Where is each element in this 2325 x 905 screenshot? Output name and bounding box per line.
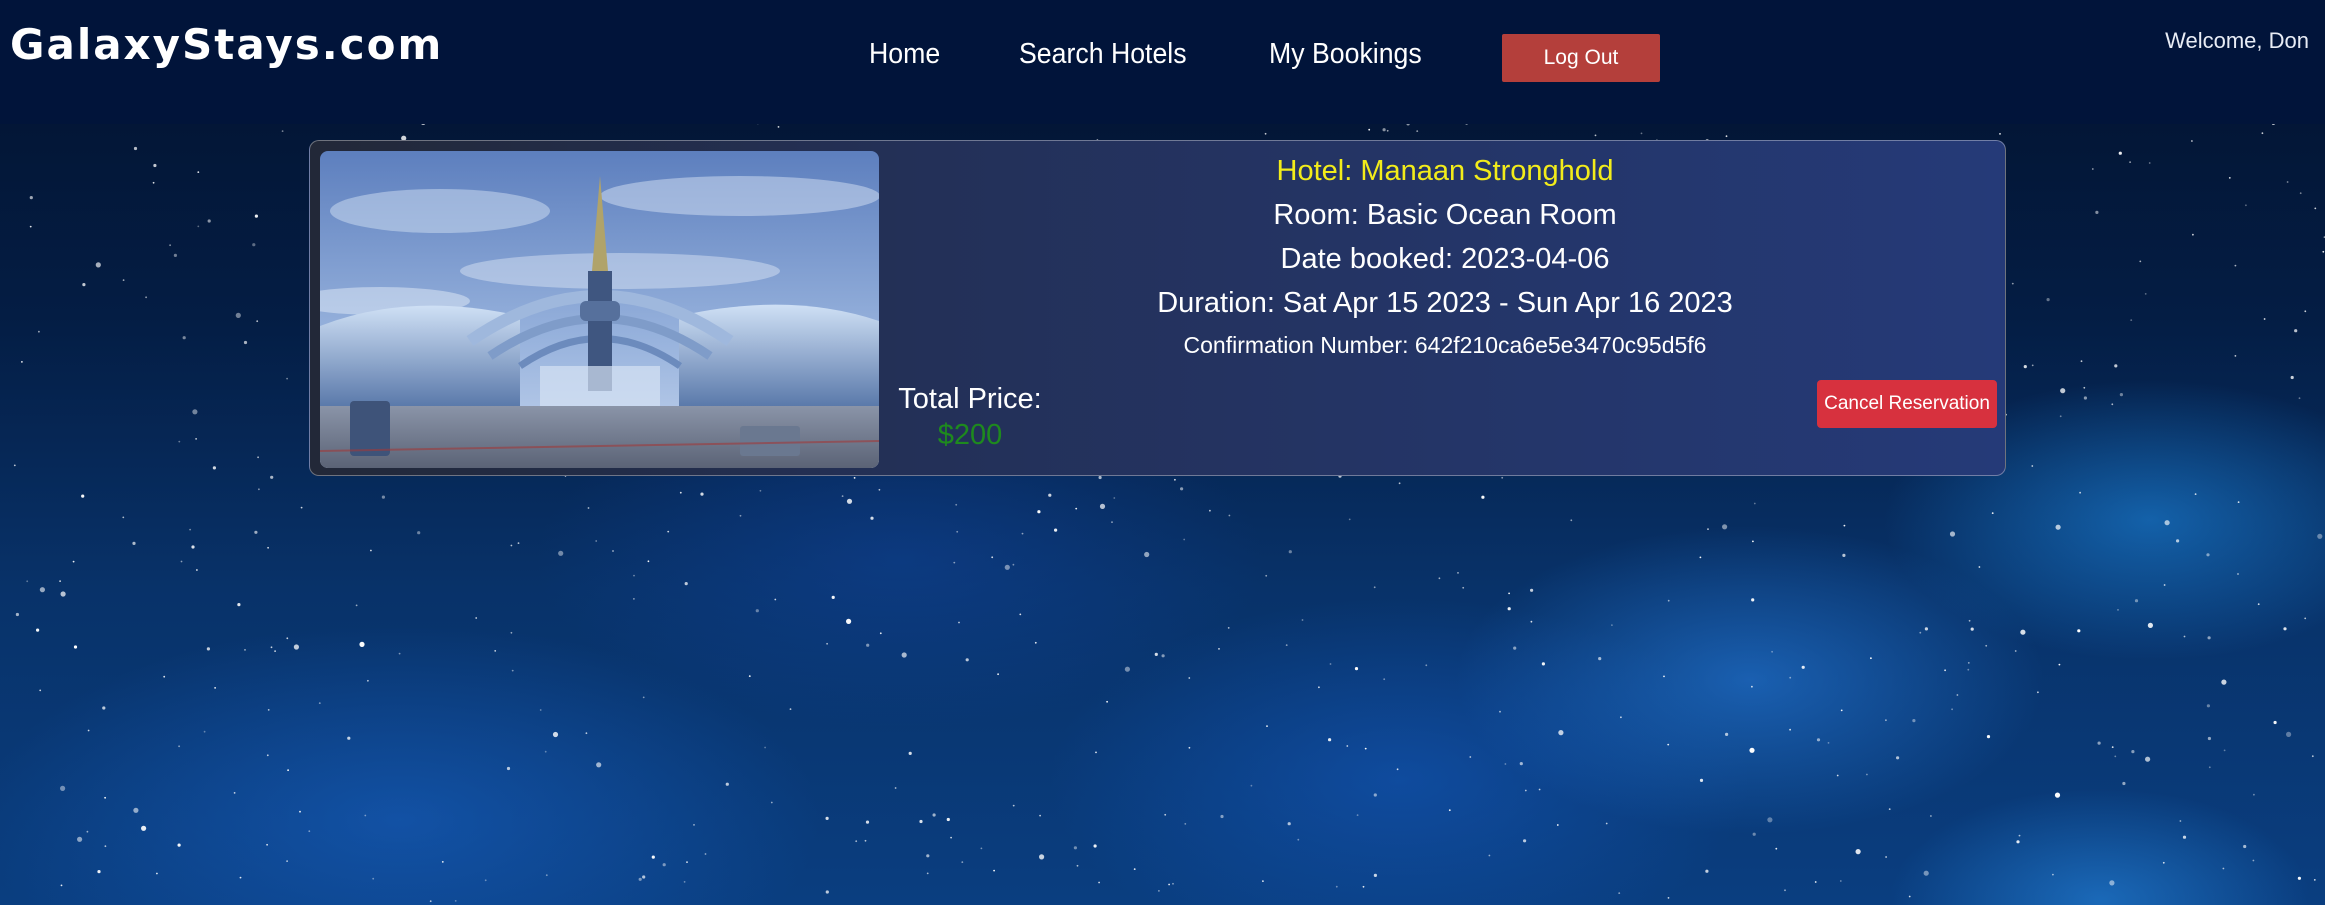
hotel-image [320, 151, 879, 468]
cancel-reservation-button[interactable]: Cancel Reservation [1817, 380, 1997, 428]
booking-card: Hotel: Manaan Stronghold Room: Basic Oce… [309, 140, 2006, 476]
room-type: Room: Basic Ocean Room [1273, 199, 1617, 231]
hotel-name: Hotel: Manaan Stronghold [1276, 155, 1614, 187]
welcome-message: Welcome, Don [2165, 28, 2309, 53]
confirmation-number: Confirmation Number: 642f210ca6e5e3470c9… [1183, 332, 1707, 358]
stay-duration: Duration: Sat Apr 15 2023 - Sun Apr 16 2… [1157, 287, 1733, 319]
total-price-label: Total Price: [898, 383, 1042, 415]
total-price-value: $200 [937, 419, 1003, 451]
top-navigation-bar: GalaxyStays.com Home Search Hotels My Bo… [0, 0, 2325, 124]
total-price: Total Price: $200 [895, 381, 1045, 453]
nav-my-bookings[interactable]: My Bookings [1269, 38, 1422, 71]
date-booked: Date booked: 2023-04-06 [1280, 243, 1610, 275]
nav-home[interactable]: Home [869, 38, 940, 71]
booking-details: Hotel: Manaan Stronghold Room: Basic Oce… [890, 149, 2000, 365]
logout-button[interactable]: Log Out [1502, 34, 1660, 82]
nav-search-hotels[interactable]: Search Hotels [1019, 38, 1187, 71]
brand-logo[interactable]: GalaxyStays.com [10, 20, 443, 69]
